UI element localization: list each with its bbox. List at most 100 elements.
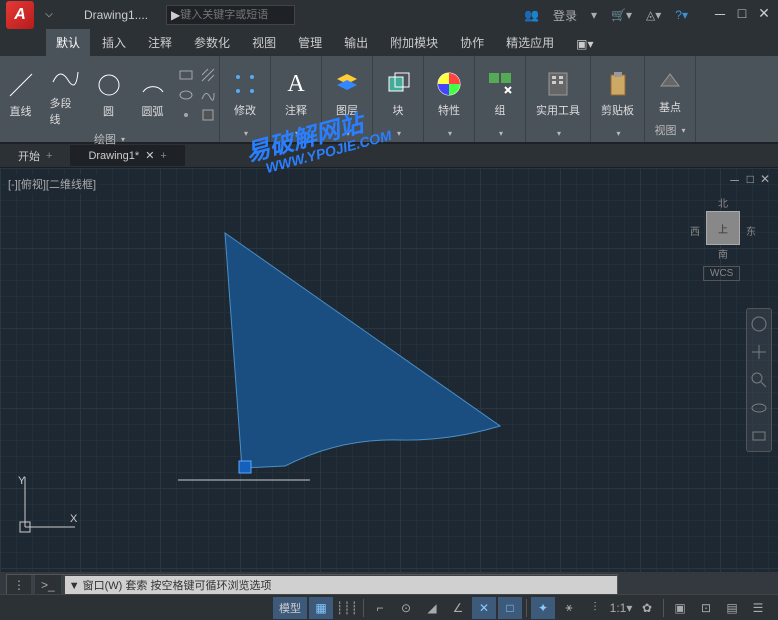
tab-output[interactable]: 输出 <box>334 29 378 56</box>
drawing-canvas[interactable]: [-][俯视][二维线框] － □ ✕ X Y 上 北 南 东 西 WCS <box>0 168 778 572</box>
tool-text[interactable]: A注释 <box>277 67 315 120</box>
tab-view[interactable]: 视图 <box>242 29 286 56</box>
quickprops-toggle[interactable]: ▤ <box>720 597 744 619</box>
tab-overflow-icon[interactable]: ▣▾ <box>566 32 603 56</box>
minimize-button[interactable]: － <box>712 5 728 25</box>
otrack-toggle[interactable]: ✕ <box>472 597 496 619</box>
2dsnap-toggle[interactable]: □ <box>498 597 522 619</box>
ribbon-tabs: 默认 插入 注释 参数化 视图 管理 输出 附加模块 协作 精选应用 ▣▾ <box>0 30 778 56</box>
draw-small-tools[interactable] <box>178 67 218 123</box>
cmd-prompt-icon: >_ <box>35 575 61 595</box>
command-text[interactable]: ▼ 窗口(W) 套索 按空格键可循环浏览选项 <box>65 576 617 594</box>
wcs-label[interactable]: WCS <box>703 266 740 281</box>
lineweight-toggle[interactable]: ✦ <box>531 597 555 619</box>
plus-icon[interactable]: + <box>46 150 52 162</box>
isodraft-toggle[interactable]: ◢ <box>420 597 444 619</box>
panel-modify: 修改 ▾ <box>220 56 271 142</box>
cycling-toggle[interactable]: ⫶ <box>583 597 607 619</box>
cmd-handle-icon[interactable]: ⋮ <box>7 575 31 595</box>
ellipse-icon[interactable] <box>178 87 194 103</box>
transparency-toggle[interactable]: ⚹ <box>557 597 581 619</box>
grid-toggle[interactable]: ▦ <box>309 597 333 619</box>
svg-text:Y: Y <box>18 475 26 487</box>
tool-circle[interactable]: 圆 <box>90 68 128 121</box>
close-button[interactable]: ✕ <box>756 5 772 25</box>
polar-toggle[interactable]: ⊙ <box>394 597 418 619</box>
quick-access-toolbar <box>42 8 56 22</box>
nav-wheel-icon[interactable] <box>750 315 768 333</box>
anno-scale[interactable]: 1:1▾ <box>609 597 633 619</box>
tool-properties[interactable]: 特性 <box>430 67 468 120</box>
tab-annotate[interactable]: 注释 <box>138 29 182 56</box>
panel-draw: 直线 多段线 圆 圆弧 绘图▾ <box>0 56 220 142</box>
tool-block[interactable]: 块 <box>379 67 417 120</box>
tab-featured[interactable]: 精选应用 <box>496 29 564 56</box>
login-link[interactable]: 登录 <box>553 7 577 24</box>
rect-icon[interactable] <box>178 67 194 83</box>
tool-polyline[interactable]: 多段线 <box>46 60 84 129</box>
navigation-bar <box>746 308 772 452</box>
anno-monitor-toggle[interactable]: ▣ <box>668 597 692 619</box>
file-tabs: 开始+ Drawing1*✕+ <box>0 144 778 168</box>
autodesk-icon[interactable]: ◬▾ <box>646 8 661 22</box>
osnap-toggle[interactable]: ∠ <box>446 597 470 619</box>
plus-icon[interactable]: + <box>160 150 166 162</box>
user-icon[interactable]: 👥 <box>524 8 539 22</box>
orbit-icon[interactable] <box>750 399 768 417</box>
tool-line[interactable]: 直线 <box>2 68 40 121</box>
tab-addins[interactable]: 附加模块 <box>380 29 448 56</box>
panel-view: 基点 视图▾ <box>645 56 696 142</box>
tool-group[interactable]: 组 <box>481 67 519 120</box>
drawing-content <box>0 168 778 572</box>
status-model[interactable]: 模型 <box>273 597 307 619</box>
svg-text:X: X <box>70 513 78 525</box>
tool-clipboard[interactable]: 剪贴板 <box>597 67 638 120</box>
tool-modify[interactable]: 修改 <box>226 67 264 120</box>
qat-dropdown-icon[interactable] <box>42 8 56 22</box>
showmotion-icon[interactable] <box>750 427 768 445</box>
hatch-icon[interactable] <box>200 67 216 83</box>
tab-collaborate[interactable]: 协作 <box>450 29 494 56</box>
tool-viewbase[interactable]: 基点 <box>651 64 689 117</box>
file-tab-drawing[interactable]: Drawing1*✕+ <box>70 145 184 166</box>
panel-utilities: 实用工具 ▾ <box>526 56 591 142</box>
login-dropdown-icon[interactable]: ▾ <box>591 8 597 22</box>
units-toggle[interactable]: ⊡ <box>694 597 718 619</box>
help-icon[interactable]: ?▾ <box>675 8 688 22</box>
snap-toggle[interactable]: ┊┊┊ <box>335 597 359 619</box>
app-logo[interactable]: A <box>6 1 34 29</box>
panel-properties: 特性 ▾ <box>424 56 475 142</box>
workspace-toggle[interactable]: ✿ <box>635 597 659 619</box>
status-bar: 模型 ▦ ┊┊┊ ⌐ ⊙ ◢ ∠ ✕ □ ✦ ⚹ ⫶ 1:1▾ ✿ ▣ ⊡ ▤ … <box>0 594 778 620</box>
cart-icon[interactable]: 🛒▾ <box>611 8 632 22</box>
pan-icon[interactable] <box>750 343 768 361</box>
doc-title: Drawing1.... <box>84 8 148 22</box>
ucs-icon[interactable]: X Y <box>10 472 80 542</box>
maximize-button[interactable]: □ <box>734 5 750 25</box>
file-tab-start[interactable]: 开始+ <box>0 144 70 168</box>
tool-arc[interactable]: 圆弧 <box>134 68 172 121</box>
tool-utilities[interactable]: 实用工具 <box>532 67 584 120</box>
tab-manage[interactable]: 管理 <box>288 29 332 56</box>
customize-icon[interactable]: ☰ <box>746 597 770 619</box>
panel-annotation: A注释 ▾ <box>271 56 322 142</box>
ortho-toggle[interactable]: ⌐ <box>368 597 392 619</box>
close-tab-icon[interactable]: ✕ <box>145 149 154 162</box>
tab-default[interactable]: 默认 <box>46 29 90 56</box>
ribbon: 直线 多段线 圆 圆弧 绘图▾ <box>0 56 778 144</box>
command-line[interactable]: ⋮ >_ ▼ 窗口(W) 套索 按空格键可循环浏览选项 <box>6 574 618 596</box>
tab-parametric[interactable]: 参数化 <box>184 29 240 56</box>
tab-insert[interactable]: 插入 <box>92 29 136 56</box>
panel-block: 块 ▾ <box>373 56 424 142</box>
tool-layer[interactable]: 图层 <box>328 67 366 120</box>
point-icon[interactable] <box>178 107 194 123</box>
viewcube-top[interactable]: 上 <box>706 211 740 245</box>
panel-clipboard: 剪贴板 ▾ <box>591 56 645 142</box>
region-icon[interactable] <box>200 107 216 123</box>
view-cube[interactable]: 上 北 南 东 西 WCS <box>688 193 758 263</box>
search-box[interactable]: ▶ <box>166 5 295 25</box>
panel-view-label[interactable]: 视图▾ <box>654 120 685 140</box>
zoom-icon[interactable] <box>750 371 768 389</box>
search-input[interactable] <box>180 9 290 21</box>
spline-icon[interactable] <box>200 87 216 103</box>
